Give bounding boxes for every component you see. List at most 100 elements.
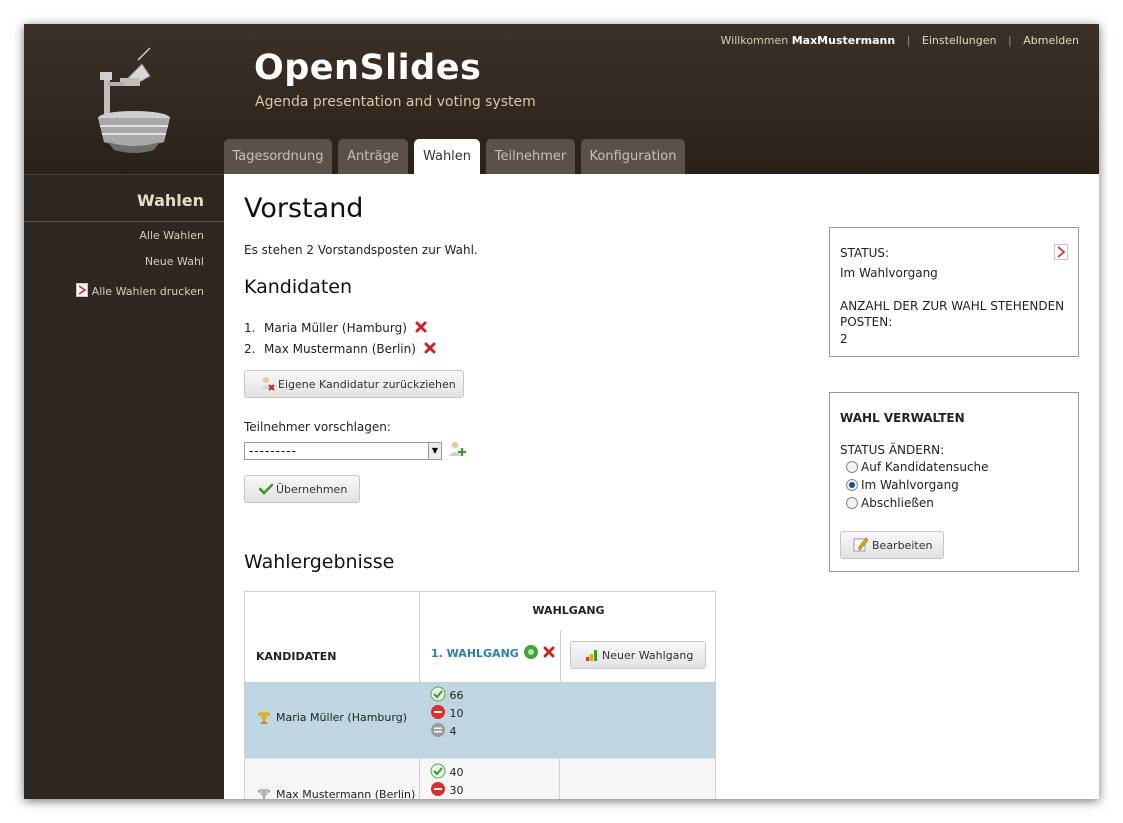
sidebar-item-alle-wahlen-drucken[interactable]: Alle Wahlen drucken bbox=[75, 283, 204, 298]
delete-icon[interactable] bbox=[424, 342, 436, 354]
yes-vote-icon bbox=[430, 763, 446, 779]
table-header-cell: KANDIDATEN bbox=[244, 591, 420, 683]
tab-antraege[interactable]: Anträge bbox=[338, 139, 408, 174]
sidebar-header: Wahlen bbox=[24, 174, 224, 222]
propose-label: Teilnehmer vorschlagen: bbox=[244, 420, 391, 434]
no-votes: 30 bbox=[430, 781, 464, 799]
pdf-icon[interactable] bbox=[1054, 244, 1068, 260]
delete-icon[interactable] bbox=[415, 321, 427, 333]
nav-separator: | bbox=[906, 34, 911, 47]
top-user-nav: Willkommen MaxMustermann | Einstellungen… bbox=[721, 34, 1079, 47]
intro-text: Es stehen 2 Vorstandsposten zur Wahl. bbox=[244, 243, 478, 257]
radio-option[interactable]: Im Wahlvorgang bbox=[846, 476, 989, 494]
app-subtitle: Agenda presentation and voting system bbox=[255, 94, 536, 110]
status-value: Im Wahlvorgang bbox=[840, 266, 938, 280]
radio-button[interactable] bbox=[846, 461, 858, 473]
radio-button[interactable] bbox=[846, 497, 858, 509]
trophy-silver-icon bbox=[258, 789, 270, 799]
tab-konfiguration[interactable]: Konfiguration bbox=[581, 139, 685, 174]
sidebar-item-label: Alle Wahlen drucken bbox=[91, 285, 204, 298]
no-votes: 10 bbox=[430, 704, 464, 722]
settings-link[interactable]: Einstellungen bbox=[922, 34, 997, 47]
withdraw-candidacy-button[interactable]: Eigene Kandidatur zurückziehen bbox=[244, 370, 464, 398]
manage-title: WAHL VERWALTEN bbox=[840, 411, 965, 425]
active-status-icon bbox=[523, 645, 538, 659]
table-cell: 66 10 4 bbox=[419, 682, 560, 758]
ballot-1-label: 1. WAHLGANG bbox=[431, 647, 519, 660]
status-box: STATUS: Im Wahlvorgang ANZAHL DER ZUR WA… bbox=[829, 227, 1079, 357]
status-radio-group: Auf Kandidatensuche Im Wahlvorgang Absch… bbox=[846, 458, 989, 512]
bar-chart-icon bbox=[586, 650, 597, 661]
radio-label: Abschließen bbox=[861, 496, 934, 510]
username: MaxMustermann bbox=[791, 34, 896, 47]
table-cell bbox=[559, 758, 716, 799]
new-ballot-button[interactable]: Neuer Wahlgang bbox=[570, 641, 706, 669]
yes-count: 66 bbox=[449, 689, 464, 702]
abstain-votes: 4 bbox=[430, 722, 464, 740]
posts-value: 2 bbox=[840, 332, 848, 346]
pencil-icon bbox=[853, 537, 869, 552]
sidebar: Wahlen Alle Wahlen Neue Wahl Alle Wahlen… bbox=[24, 174, 224, 799]
yes-votes: 40 bbox=[430, 763, 464, 781]
tab-teilnehmer[interactable]: Teilnehmer bbox=[486, 139, 575, 174]
no-vote-icon bbox=[431, 782, 445, 796]
logout-link[interactable]: Abmelden bbox=[1023, 34, 1079, 47]
candidate-number: 2. bbox=[244, 342, 256, 356]
candidate-name: Maria Müller (Hamburg) bbox=[264, 321, 407, 335]
participant-select[interactable]: --------- ▼ bbox=[244, 442, 442, 460]
apply-button[interactable]: Übernehmen bbox=[244, 475, 360, 503]
radio-option[interactable]: Auf Kandidatensuche bbox=[846, 458, 989, 476]
header: OpenSlides Agenda presentation and votin… bbox=[24, 24, 1099, 174]
chevron-down-icon: ▼ bbox=[428, 443, 441, 459]
posts-label-line2: POSTEN: bbox=[840, 315, 893, 329]
candidate-list: 1. Maria Müller (Hamburg) 2. Max Musterman… bbox=[244, 318, 436, 360]
withdraw-candidacy-label: Eigene Kandidatur zurückziehen bbox=[278, 378, 456, 391]
new-ballot-label: Neuer Wahlgang bbox=[602, 649, 694, 662]
no-count: 30 bbox=[449, 784, 464, 797]
posts-label-line1: ANZAHL DER ZUR WAHL STEHENDEN bbox=[840, 299, 1065, 313]
welcome-text: Willkommen bbox=[720, 34, 789, 47]
edit-button[interactable]: Bearbeiten bbox=[840, 531, 944, 559]
edit-label: Bearbeiten bbox=[872, 539, 933, 552]
no-count: 10 bbox=[449, 707, 464, 720]
sidebar-title: Wahlen bbox=[137, 191, 204, 210]
main-content: Vorstand Es stehen 2 Vorstandsposten zur… bbox=[224, 174, 1099, 799]
apply-label: Übernehmen bbox=[276, 483, 348, 496]
sidebar-item-alle-wahlen[interactable]: Alle Wahlen bbox=[139, 229, 204, 242]
tab-wahlen[interactable]: Wahlen bbox=[414, 139, 480, 174]
list-item: 2. Max Mustermann (Berlin) bbox=[244, 339, 436, 360]
status-label: STATUS: bbox=[840, 246, 890, 260]
delete-icon[interactable] bbox=[543, 646, 555, 658]
table-cell: 40 30 bbox=[419, 758, 560, 799]
select-value: --------- bbox=[249, 444, 297, 458]
nav-separator: | bbox=[1008, 34, 1012, 47]
yes-votes: 66 bbox=[430, 686, 464, 704]
column-header-ballot: WAHLGANG bbox=[532, 604, 605, 617]
radio-option[interactable]: Abschließen bbox=[846, 494, 989, 512]
table-cell bbox=[559, 682, 716, 758]
ballot-1-link[interactable]: 1. WAHLGANG bbox=[431, 644, 555, 660]
checkmark-icon bbox=[259, 483, 273, 495]
candidate-number: 1. bbox=[244, 321, 256, 335]
result-candidate-name: Max Mustermann (Berlin) bbox=[276, 788, 416, 799]
page-title: Vorstand bbox=[244, 193, 364, 224]
list-item: 1. Maria Müller (Hamburg) bbox=[244, 318, 436, 339]
tab-tagesordnung[interactable]: Tagesordnung bbox=[224, 139, 332, 174]
sidebar-item-neue-wahl[interactable]: Neue Wahl bbox=[145, 255, 204, 268]
manage-election-box: WAHL VERWALTEN STATUS ÄNDERN: Auf Kandid… bbox=[829, 392, 1079, 572]
no-vote-icon bbox=[431, 705, 445, 719]
candidates-heading: Kandidaten bbox=[244, 276, 353, 298]
radio-button[interactable] bbox=[846, 479, 858, 491]
trophy-gold-icon bbox=[258, 712, 270, 724]
add-user-icon[interactable] bbox=[448, 440, 466, 458]
abstain-count: 4 bbox=[449, 725, 457, 738]
table-row: Max Mustermann (Berlin) bbox=[244, 758, 420, 799]
results-heading: Wahlergebnisse bbox=[244, 551, 395, 573]
divider bbox=[560, 630, 561, 684]
radio-label: Auf Kandidatensuche bbox=[861, 460, 989, 474]
app-window: OpenSlides Agenda presentation and votin… bbox=[24, 24, 1099, 799]
overhead-projector-logo-icon bbox=[98, 47, 170, 153]
yes-count: 40 bbox=[449, 766, 464, 779]
table-row: Maria Müller (Hamburg) bbox=[244, 682, 420, 758]
result-candidate-name: Maria Müller (Hamburg) bbox=[276, 711, 407, 724]
